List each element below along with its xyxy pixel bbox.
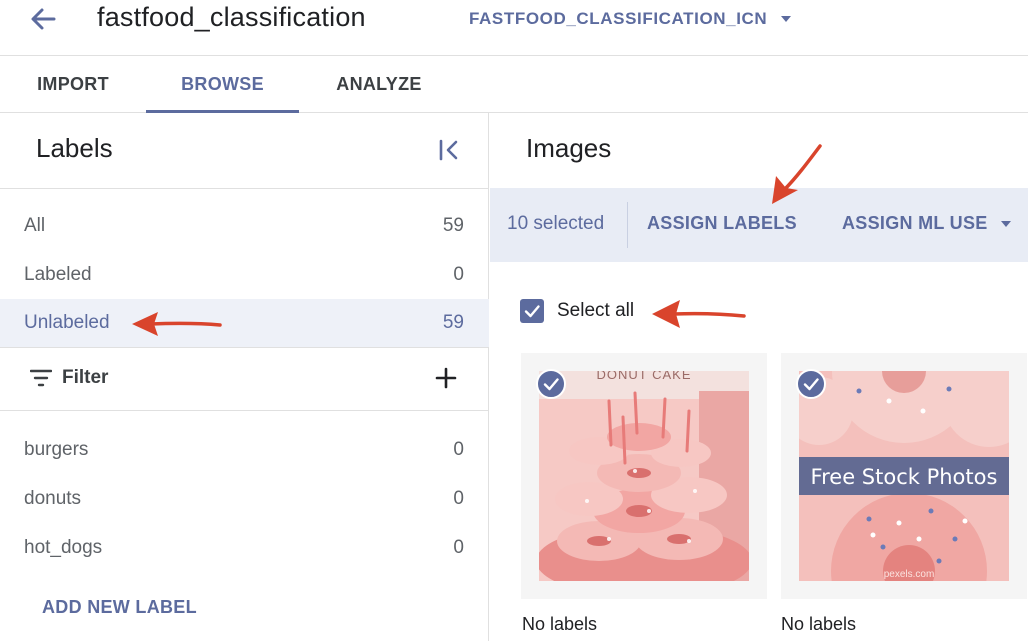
label-item-count: 0 (453, 536, 464, 558)
add-icon[interactable] (434, 366, 458, 390)
image-overlay-text: DONUT CAKE (597, 371, 692, 382)
images-panel: Images 10 selected ASSIGN LABELS ASSIGN … (490, 113, 1028, 641)
assign-ml-use-label: ASSIGN ML USE (842, 213, 988, 233)
filter-label: Filter (62, 367, 109, 388)
filter-labeled[interactable]: Labeled 0 (0, 250, 489, 299)
tab-analyze[interactable]: ANALYZE (299, 57, 459, 113)
image-card[interactable]: Free Stock Photos pexels.com (781, 353, 1027, 599)
select-all-checkbox[interactable]: Select all (520, 299, 634, 323)
image-watermark: pexels.com (884, 569, 935, 580)
selection-action-bar: 10 selected ASSIGN LABELS ASSIGN ML USE (490, 188, 1028, 262)
labels-panel-header: Labels (0, 113, 489, 189)
tab-browse[interactable]: BROWSE (146, 57, 299, 113)
assign-ml-use-dropdown[interactable]: ASSIGN ML USE (842, 213, 1011, 234)
back-arrow-icon[interactable] (28, 4, 58, 34)
filter-all[interactable]: All 59 (0, 201, 489, 250)
filter-icon (30, 369, 52, 387)
selected-check-icon[interactable] (796, 369, 826, 399)
filter-unlabeled-count: 59 (442, 312, 464, 333)
filter-all-count: 59 (442, 214, 464, 236)
image-card[interactable]: DONUT CAKE (521, 353, 767, 599)
assign-labels-button[interactable]: ASSIGN LABELS (647, 213, 797, 234)
add-new-label-button[interactable]: ADD NEW LABEL (42, 597, 197, 618)
collapse-panel-icon[interactable] (436, 137, 462, 163)
filter-labeled-label: Labeled (24, 263, 92, 285)
label-item-hot-dogs[interactable]: hot_dogs 0 (0, 523, 489, 572)
model-dropdown[interactable]: FASTFOOD_CLASSIFICATION_ICN (469, 9, 792, 29)
top-bar: fastfood_classification FASTFOOD_CLASSIF… (0, 0, 1028, 56)
checkbox-checked-icon (520, 299, 544, 323)
label-item-count: 0 (453, 487, 464, 509)
selected-count: 10 selected (507, 213, 605, 234)
label-item-name: burgers (24, 438, 89, 460)
filter-unlabeled-label: Unlabeled (24, 312, 110, 333)
filter-bar: Filter (0, 349, 489, 411)
tab-bar: IMPORT BROWSE ANALYZE (0, 57, 1028, 113)
image-thumbnail: Free Stock Photos pexels.com (799, 371, 1009, 581)
label-item-donuts[interactable]: donuts 0 (0, 474, 489, 523)
image-thumbnail: DONUT CAKE (539, 371, 749, 581)
tab-import[interactable]: IMPORT (0, 57, 146, 113)
image-card-caption: No labels (522, 614, 598, 634)
model-dropdown-label: FASTFOOD_CLASSIFICATION_ICN (469, 9, 768, 28)
label-item-name: hot_dogs (24, 536, 103, 558)
divider (627, 202, 628, 248)
label-item-burgers[interactable]: burgers 0 (0, 425, 489, 474)
labels-panel: Labels All 59 Labeled 0 Unlabeled 59 Fil… (0, 113, 489, 641)
selected-check-icon[interactable] (536, 369, 566, 399)
caret-down-icon (781, 16, 792, 22)
image-overlay-text: Free Stock Photos (811, 465, 998, 489)
image-card-caption: No labels (781, 614, 857, 634)
select-all-label: Select all (557, 300, 635, 321)
caret-down-icon (1000, 220, 1011, 227)
filter-labeled-count: 0 (453, 263, 464, 285)
dataset-title: fastfood_classification (97, 2, 366, 32)
labels-heading: Labels (36, 133, 113, 163)
label-item-count: 0 (453, 438, 464, 460)
label-item-name: donuts (24, 487, 82, 509)
filter-all-label: All (24, 214, 46, 236)
images-heading: Images (526, 133, 612, 163)
filter-unlabeled[interactable]: Unlabeled 59 (0, 299, 489, 348)
filter-button[interactable]: Filter (30, 367, 108, 389)
